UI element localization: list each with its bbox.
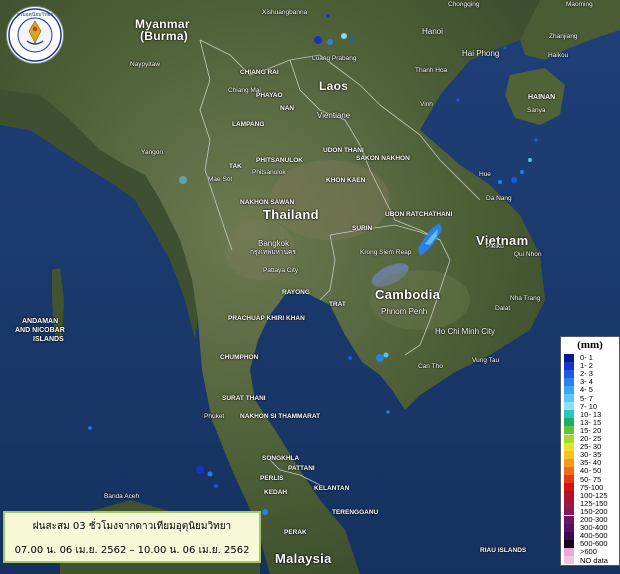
label-xishuangbanna: Xishuangbanna	[262, 9, 308, 16]
label-phuket: Phuket	[204, 413, 225, 420]
caption-box: ฝนสะสม 03 ชั่วโมงจากดาวเทียมอุตุนิยมวิทย…	[3, 511, 261, 563]
label-rayong: RAYONG	[282, 289, 310, 296]
label-mae-sot: Mae Sot	[208, 176, 233, 183]
label-cambodia: Cambodia	[375, 287, 441, 302]
label-khon-kaen: KHON KAEN	[326, 177, 366, 184]
label-chumphon: CHUMPHON	[220, 354, 259, 361]
label-burma: (Burma)	[140, 29, 189, 43]
label-islands: ISLANDS	[33, 336, 64, 343]
label-nakhon-si-thammarat: NAKHON SI THAMMARAT	[240, 413, 321, 420]
label-riau-islands: RIAU ISLANDS	[480, 547, 527, 554]
label-hanoi: Hanoi	[422, 27, 443, 36]
label-surin: SURIN	[352, 225, 373, 232]
label-perak: PERAK	[284, 529, 307, 536]
label-surat-thani: SURAT THANI	[222, 395, 266, 402]
label-laos: Laos	[319, 79, 349, 93]
label-kedah: KEDAH	[264, 489, 288, 496]
label-ubon-ratchathani: UBON RATCHATHANI	[385, 211, 453, 218]
label-maoming: Maoming	[566, 1, 593, 8]
legend-entry: NO data	[564, 556, 608, 565]
label-banda-aceh: Banda Aceh	[104, 493, 140, 500]
label-hue: Hue	[479, 171, 491, 178]
label-naypyitaw: Naypyitaw	[130, 61, 160, 68]
label-nan: NAN	[280, 105, 295, 112]
label-sanya: Sanya	[527, 107, 546, 114]
label-lampang: LAMPANG	[232, 121, 265, 128]
tmd-emblem-icon: กรมอุตุนิยมวิทยา	[8, 8, 62, 62]
label-thailand: Thailand	[263, 207, 319, 222]
label-phayao: PHAYAO	[256, 92, 283, 99]
label-trat: TRAT	[329, 301, 346, 308]
satellite-map	[0, 0, 620, 574]
label-dalat: Dalat	[495, 305, 511, 312]
legend-swatch	[564, 556, 574, 564]
caption-time-range: 07.00 น. 06 เม.ย. 2562 – 10.00 น. 06 เม.…	[14, 545, 250, 556]
label-thanh-hoa: Thanh Hoa	[415, 67, 448, 74]
label-haikou: Haikou	[548, 52, 569, 59]
label-songkhla: SONGKHLA	[262, 455, 300, 462]
label-zhanjiang: Zhanjiang	[549, 33, 578, 40]
tmd-logo: กรมอุตุนิยมวิทยา	[6, 6, 64, 64]
label-perlis: PERLIS	[260, 475, 284, 482]
label-kelantan: KELANTAN	[314, 485, 350, 492]
label-sakon-nakhon: SAKON NAKHON	[356, 155, 410, 162]
label-da-nang: Da Nang	[486, 195, 512, 202]
label-qui-nhon: Qui Nhon	[514, 251, 542, 258]
label-krong-siem-reap: Krong Siem Reap	[360, 249, 412, 256]
label-vung-tau: Vung Tau	[472, 357, 500, 364]
logo-text: กรมอุตุนิยมวิทยา	[17, 11, 54, 18]
legend-unit: (mm)	[577, 339, 603, 351]
label-nicobar: AND NICOBAR	[15, 327, 65, 334]
label-terengganu: TERENGGANU	[332, 509, 379, 516]
label-chiang-rai: CHIANG RAI	[240, 69, 279, 76]
label-malaysia: Malaysia	[275, 551, 332, 566]
label-can-tho: Can Tho	[418, 363, 443, 370]
label-phnom-penh: Phnom Penh	[381, 307, 428, 316]
label-chongqing: Chongqing	[448, 1, 480, 8]
label-phitsanulok-upper: PHITSANULOK	[256, 157, 303, 164]
label-tak: TAK	[229, 163, 242, 170]
label-nakhon-sawan: NAKHON SAWAN	[240, 199, 295, 206]
label-vinh: Vinh	[420, 101, 433, 108]
caption-title: ฝนสะสม 03 ชั่วโมงจากดาวเทียมอุตุนิยมวิทย…	[32, 521, 232, 532]
label-prachuap: PRACHUAP KHIRI KHAN	[228, 315, 305, 322]
label-pattaya-city: Pattaya City	[263, 267, 299, 274]
label-nha-trang: Nha Trang	[510, 295, 541, 302]
label-phitsanulok: Phitsanulok	[252, 169, 286, 176]
label-hai-phong: Hai Phong	[462, 49, 500, 58]
label-ho-chi-minh-city: Ho Chi Minh City	[435, 327, 496, 336]
label-yangon: Yangon	[141, 149, 163, 156]
label-pleiku: Pleiku	[486, 243, 504, 250]
legend-label: NO data	[580, 555, 608, 565]
label-luang-prabang: Luang Prabang	[312, 55, 357, 62]
label-hainan: HAINAN	[528, 94, 556, 101]
rainfall-legend: (mm) 0- 1 1- 2 2- 3 3- 4 4- 5 5- 7 7- 10 10- 13…	[560, 336, 620, 566]
label-bangkok-thai: กรุงเทพมหานคร	[250, 249, 296, 256]
label-vientiane: Vientiane	[317, 111, 351, 120]
label-bangkok: Bangkok	[258, 239, 290, 248]
label-andaman: ANDAMAN	[22, 318, 59, 325]
label-udon-thani: UDON THANI	[323, 147, 364, 154]
label-pattani: PATTANI	[288, 465, 315, 472]
